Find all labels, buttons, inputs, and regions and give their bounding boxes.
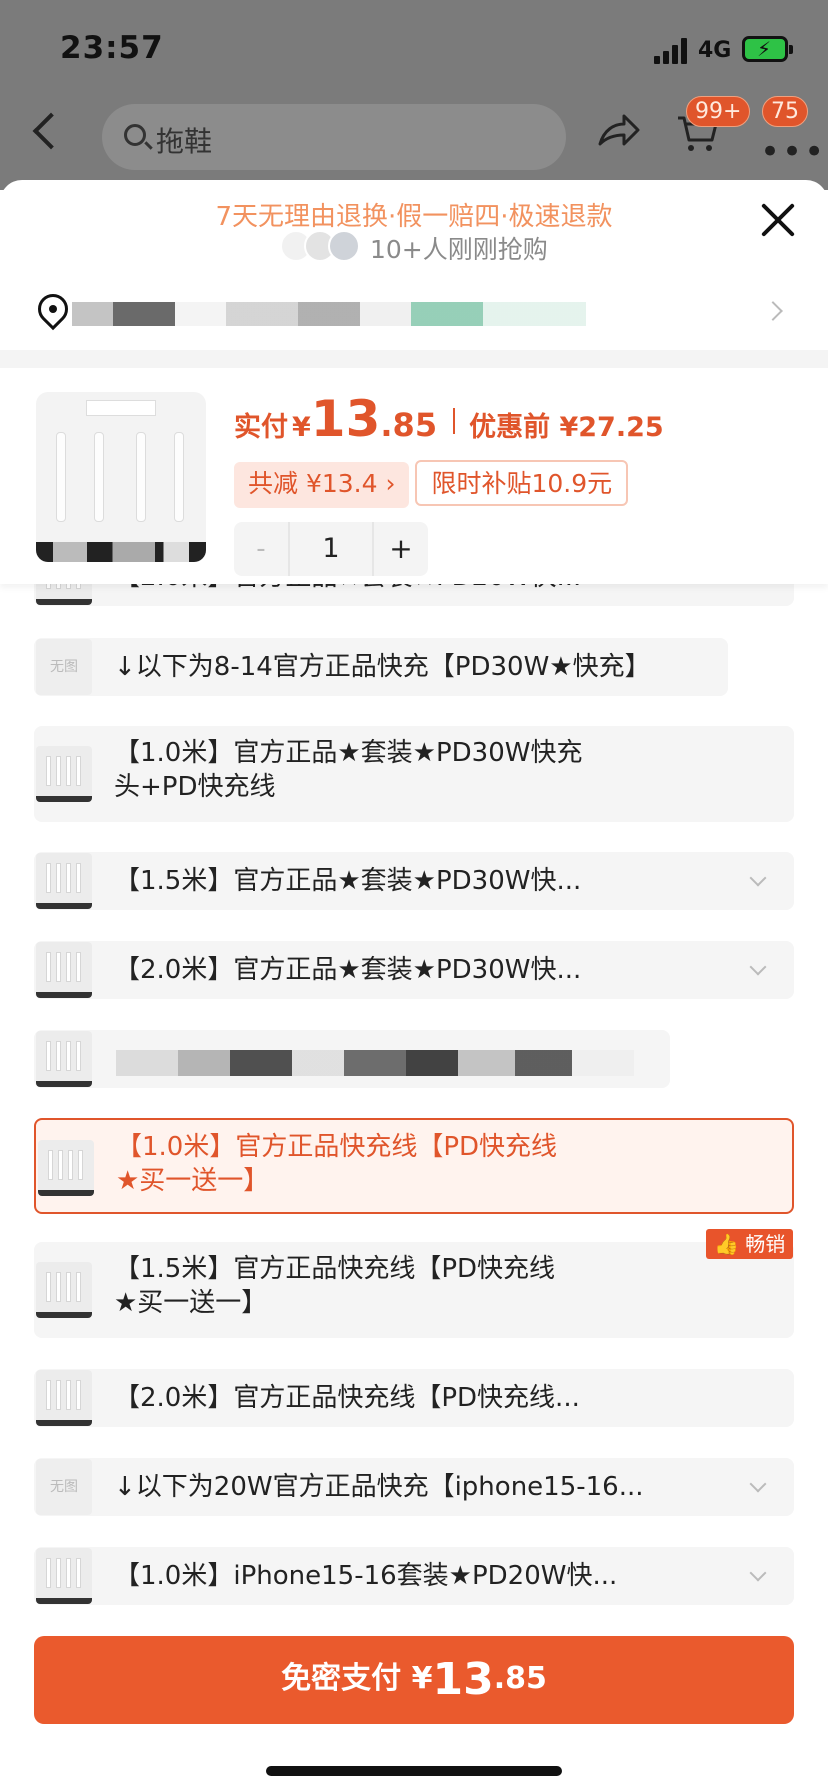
increase-button[interactable]: + [374, 522, 428, 576]
option-label-line1: 【1.5米】官方正品快充线【PD快充线 [114, 1254, 556, 1284]
currency: ¥ [292, 412, 311, 443]
product-header: 实付 ¥13.85 优惠前 ¥27.25 共减 ¥13.4 › 限时补贴10.9元 -… [0, 368, 828, 584]
no-image-placeholder: 无图 [36, 1459, 92, 1515]
quantity-value[interactable]: 1 [288, 522, 374, 576]
option-label-line1: ↓以下为8-14官方正品快充【PD30W★快充】 [114, 652, 651, 682]
more-icon[interactable]: ••• [760, 132, 826, 172]
share-icon[interactable] [596, 110, 640, 154]
back-icon[interactable] [32, 112, 70, 150]
option-thumbnail [36, 853, 92, 909]
sku-option-selected[interactable]: 【1.0米】官方正品快充线【PD快充线 ★买一送一】 [34, 1118, 794, 1214]
network-type: 4G [698, 38, 732, 63]
chevron-down-icon[interactable] [749, 1564, 767, 1582]
total-discount-chip[interactable]: 共减 ¥13.4 › [234, 462, 410, 508]
status-bar: 23:57 4G ⚡ [0, 0, 828, 96]
home-indicator [266, 1766, 562, 1776]
option-label: 【1.0米】iPhone15-16套装★PD20W快... [114, 1559, 617, 1593]
address-redacted [72, 302, 586, 326]
message-badge: 75 [762, 96, 808, 127]
chevron-right-icon [763, 301, 783, 321]
option-label: ↓以下为8-14官方正品快充【PD30W★快充】 [114, 650, 651, 684]
option-thumbnail [36, 1262, 92, 1318]
option-label-line2: ★买一送一】 [114, 1288, 268, 1318]
quantity-stepper: - 1 + [234, 522, 428, 576]
discount-chips: 共减 ¥13.4 › 限时补贴10.9元 [234, 460, 634, 508]
sku-option[interactable]: 【1.5米】官方正品快充线【PD快充线 ★买一送一】 [34, 1242, 794, 1338]
option-label: 【1.0米】官方正品★套装★PD30W快充 头+PD快充线 [114, 736, 582, 804]
pay-decimal: .85 [493, 1661, 547, 1696]
option-thumbnail [36, 1548, 92, 1604]
option-label: 【2.0米】官方正品快充线【PD快充线... [114, 1381, 580, 1415]
bestseller-badge: 👍 畅销 [706, 1229, 794, 1259]
price-line: 实付 ¥13.85 优惠前 ¥27.25 [234, 390, 664, 448]
sku-option[interactable]: 无图 ↓以下为20W官方正品快充【iphone15-16... [34, 1458, 794, 1516]
option-thumbnail [36, 1370, 92, 1426]
sku-option[interactable]: 无图 ↓以下为8-14官方正品快充【PD30W★快充】 [34, 638, 728, 696]
close-icon[interactable] [760, 202, 796, 238]
option-label-line1: ↓以下为20W官方正品快充【iphone15-16... [114, 1472, 644, 1502]
option-label-line2: ★买一送一】 [116, 1166, 270, 1196]
sku-option[interactable]: 【1.5米】官方正品★套装★PD30W快... [34, 852, 794, 910]
option-label: 【1.0米】官方正品快充线【PD快充线 ★买一送一】 [116, 1130, 557, 1198]
option-label-line1: 【1.5米】官方正品★套装★PD30W快... [114, 866, 582, 896]
option-label-line1: 【1.0米】iPhone15-16套装★PD20W快... [114, 1561, 618, 1591]
sku-option[interactable]: 【2.0米】官方正品快充线【PD快充线... [34, 1369, 794, 1427]
no-image-placeholder: 无图 [36, 639, 92, 695]
decrease-button[interactable]: - [234, 522, 288, 576]
service-promise: 7天无理由退换·假一赔四·极速退款 [215, 202, 613, 232]
chevron-down-icon[interactable] [749, 1475, 767, 1493]
price-integer: 13 [310, 390, 381, 448]
divider [0, 350, 828, 368]
option-label: 【2.0米】官方正品★套装★PD30W快... [114, 953, 581, 987]
option-thumbnail [38, 1140, 94, 1196]
option-label-line2: 头+PD快充线 [114, 772, 276, 802]
sku-option[interactable]: 【1.0米】官方正品★套装★PD30W快充 头+PD快充线 [34, 726, 794, 822]
location-pin-icon [31, 287, 75, 331]
option-thumbnail [36, 746, 92, 802]
option-text-redacted [116, 1050, 634, 1076]
product-image [36, 392, 206, 562]
option-label: 【1.5米】官方正品★套装★PD30W快... [114, 864, 581, 898]
pay-integer: 13 [432, 1654, 494, 1705]
search-bar[interactable]: 拖鞋 [102, 104, 566, 170]
nav-bar: 拖鞋 ••• 99+ 75 [0, 96, 828, 182]
search-icon [124, 124, 146, 146]
subsidy-chip: 限时补贴10.9元 [415, 460, 629, 506]
option-thumbnail [36, 1031, 92, 1087]
recent-buyers-text: 10+人刚刚抢购 [370, 235, 548, 264]
chevron-down-icon[interactable] [749, 958, 767, 976]
option-label: 【1.5米】官方正品快充线【PD快充线 ★买一送一】 [114, 1252, 555, 1320]
sku-option[interactable]: 【2.0米】官方正品★套装★PD30W快... [34, 941, 794, 999]
chevron-down-icon[interactable] [749, 869, 767, 887]
battery-icon: ⚡ [742, 36, 793, 62]
original-price: 优惠前 ¥27.25 [469, 412, 664, 443]
sku-option[interactable]: 【1.0米】iPhone15-16套装★PD20W快... [34, 1547, 794, 1605]
avatar [328, 230, 360, 262]
signal-icon [654, 38, 690, 64]
cart-badge: 99+ [686, 96, 751, 127]
pay-button[interactable]: 免密支付 ¥13.85 [34, 1636, 794, 1724]
option-label: ↓以下为20W官方正品快充【iphone15-16... [114, 1470, 644, 1504]
option-label-line1: 【1.0米】官方正品快充线【PD快充线 [116, 1132, 558, 1162]
status-time: 23:57 [60, 30, 164, 66]
option-label-line1: 【2.0米】官方正品★套装★PD30W快... [114, 955, 582, 985]
price-label: 实付 [234, 412, 288, 443]
price-decimal: .85 [380, 406, 438, 444]
search-text: 拖鞋 [156, 125, 213, 158]
option-thumbnail [36, 942, 92, 998]
option-label-line1: 【2.0米】官方正品快充线【PD快充线... [114, 1383, 580, 1413]
address-row[interactable] [0, 287, 828, 348]
option-label-line1: 【1.0米】官方正品★套装★PD30W快充 [114, 738, 583, 768]
pay-label: 免密支付 ¥ [281, 1661, 433, 1696]
